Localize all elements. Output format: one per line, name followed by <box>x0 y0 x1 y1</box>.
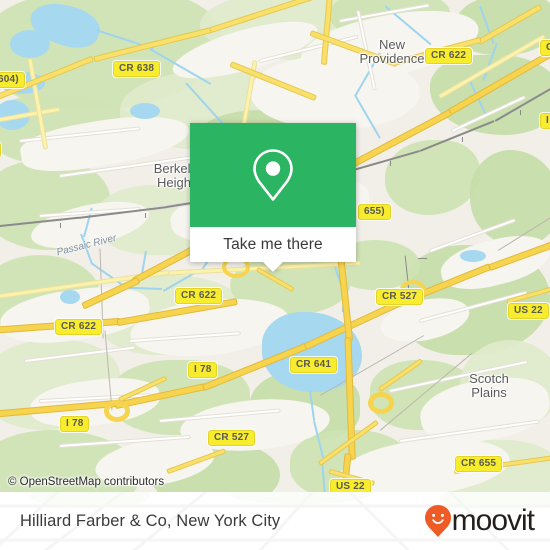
moovit-smiley-pin-icon <box>424 505 451 537</box>
route-shield: I 78 <box>186 361 219 379</box>
route-shield: CR 638 <box>111 60 162 78</box>
motorway <box>82 278 140 309</box>
route-shield: CR 641 <box>288 356 339 374</box>
route-shield: CR 622 <box>423 47 474 65</box>
route-shield: CR 527 <box>206 429 257 447</box>
motorway <box>304 297 407 349</box>
route-shield: CR 622 <box>173 287 224 305</box>
ramp <box>379 359 422 391</box>
route-shield-partial <box>0 141 2 159</box>
map-screen: Passaic River New Providence Berkeley He… <box>0 0 550 550</box>
motorway <box>94 28 212 61</box>
moovit-brand[interactable]: moovit <box>424 504 535 537</box>
map-attribution[interactable]: © OpenStreetMap contributors <box>8 476 164 488</box>
callout-icon-area <box>190 123 356 227</box>
footer-bar: Hilliard Farber & Co, New York City moov… <box>0 492 550 550</box>
interchange <box>368 392 394 414</box>
callout-action-area[interactable]: Take me there <box>190 227 356 272</box>
ramp <box>167 449 225 473</box>
place-title: Hilliard Farber & Co, New York City <box>20 511 281 530</box>
route-shield-partial: CR <box>539 39 550 57</box>
motorway <box>0 400 120 417</box>
ramp <box>507 286 550 303</box>
route-shield: CR 622 <box>53 318 104 336</box>
moovit-wordmark: moovit <box>451 504 535 537</box>
motorway <box>478 5 541 44</box>
route-shield: US 22 <box>329 478 372 492</box>
route-shield: 604) <box>0 71 26 89</box>
motorway <box>489 239 550 270</box>
route-shield: US 22 <box>507 302 550 320</box>
route-shield: 655) <box>357 203 392 221</box>
callout-pointer-tail <box>263 262 283 272</box>
map-pin-icon <box>253 149 293 201</box>
route-shield: I 78 <box>58 415 91 433</box>
motorway <box>210 0 336 32</box>
route-shield: CR 527 <box>374 288 425 306</box>
motorway <box>321 0 332 64</box>
motorway <box>342 110 452 172</box>
place-label-scotch-plains: Scotch Plains <box>469 371 509 400</box>
interchange <box>104 400 130 422</box>
route-shield: CR 655 <box>453 455 504 473</box>
route-shield-partial: I <box>539 112 550 130</box>
destination-callout[interactable]: Take me there <box>190 123 356 272</box>
take-me-there-label: Take me there <box>223 235 323 253</box>
motorway <box>230 62 316 100</box>
